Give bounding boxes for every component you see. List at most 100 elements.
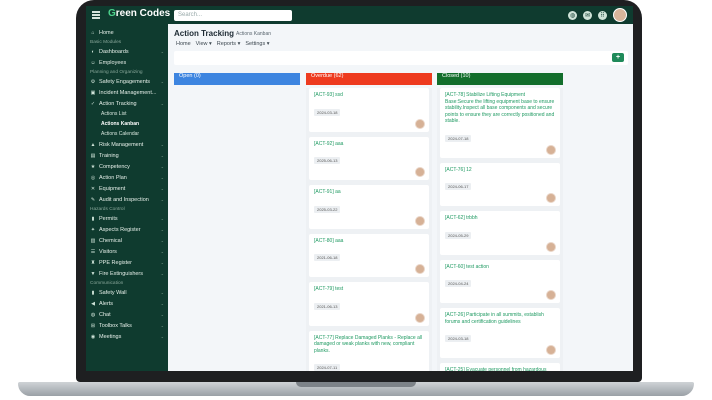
search-input[interactable]: Search... bbox=[174, 10, 292, 21]
action-card[interactable]: [ACT-93] ssd 2024-03-18 bbox=[309, 88, 429, 132]
chevron-down-icon: ⌄ bbox=[160, 260, 164, 265]
wall-icon: ▮ bbox=[91, 289, 95, 296]
sidebar-item[interactable]: ✕ Equipment ⌄ bbox=[86, 183, 168, 194]
add-action-button[interactable]: + bbox=[612, 53, 624, 62]
card-title[interactable]: [ACT-92] aaa bbox=[314, 141, 424, 148]
action-card[interactable]: [ACT-25] Evacuate personnel from hazardo… bbox=[440, 363, 560, 371]
action-card[interactable]: [ACT-26] Participate in all summits, est… bbox=[440, 308, 560, 358]
card-title[interactable]: [ACT-91] aa bbox=[314, 189, 424, 196]
sidebar-item-label: Toolbox Talks bbox=[99, 322, 132, 329]
sidebar-item[interactable]: ▤ Training ⌄ bbox=[86, 150, 168, 161]
sidebar-item[interactable]: ◐ Dashboards ⌄ bbox=[86, 46, 168, 57]
sidebar-subitem[interactable]: Actions Kanban bbox=[86, 119, 168, 129]
apps-grid-icon[interactable]: ⠿ bbox=[598, 10, 607, 20]
app-screen: Green Codes Search... ◍ ✉ ⠿ ⌂ Home Basic M… bbox=[86, 6, 633, 371]
sidebar-item[interactable]: ▮ Safety Wall ⌄ bbox=[86, 287, 168, 298]
sidebar-item[interactable]: ▼ Fire Extinguishers ⌄ bbox=[86, 268, 168, 279]
action-card[interactable]: [ACT-60] test action 2024-04-24 bbox=[440, 259, 560, 303]
card-date-badge: 2025-06-13 bbox=[314, 157, 341, 164]
sidebar-item[interactable]: ⚙ Safety Engagements ⌄ bbox=[86, 76, 168, 87]
card-title[interactable]: [ACT-60] test action bbox=[445, 264, 555, 271]
chevron-down-icon: ⌄ bbox=[160, 153, 164, 158]
column-header: Closed (10) bbox=[437, 73, 563, 85]
sidebar-item[interactable]: ▮ Permits ⌄ bbox=[86, 213, 168, 224]
card-title[interactable]: [ACT-77] Replace Damaged Planks - Replac… bbox=[314, 335, 424, 355]
action-card[interactable]: [ACT-62] trbbh 2024-05-29 bbox=[440, 211, 560, 255]
sidebar-item-label: Employees bbox=[99, 59, 127, 66]
action-card[interactable]: [ACT-91] aa 2025-03-22 bbox=[309, 185, 429, 229]
incident-icon: ▣ bbox=[90, 89, 96, 96]
card-date-badge: 2025-03-22 bbox=[314, 205, 341, 213]
sidebar-item[interactable]: ♜ PPE Register ⌄ bbox=[86, 257, 168, 268]
card-date-badge: 2021-06-18 bbox=[314, 254, 341, 261]
sidebar-item[interactable]: ☺ Employees bbox=[86, 57, 168, 68]
card-title[interactable]: [ACT-78] Stabilize Lifting Equipment Bas… bbox=[445, 92, 555, 125]
sidebar-item-label: Action Tracking bbox=[99, 100, 137, 107]
tools-icon: ✕ bbox=[90, 185, 96, 192]
sidebar-item[interactable]: ⊞ Toolbox Talks ⌄ bbox=[86, 320, 168, 331]
page-title: Action Tracking bbox=[174, 29, 235, 38]
card-date-badge: 2021-06-13 bbox=[314, 302, 341, 310]
card-title[interactable]: [ACT-79] test bbox=[314, 286, 424, 293]
menu-item[interactable]: Reports ▾ bbox=[217, 41, 241, 47]
action-card[interactable]: [ACT-79] test 2021-06-13 bbox=[309, 282, 429, 326]
sidebar-item-label: Risk Management bbox=[99, 141, 144, 148]
sidebar-item[interactable]: ★ Competency ⌄ bbox=[86, 161, 168, 172]
action-card[interactable]: [ACT-78] Stabilize Lifting Equipment Bas… bbox=[440, 88, 560, 158]
action-card[interactable]: [ACT-92] aaa 2025-06-13 bbox=[309, 136, 429, 180]
card-title[interactable]: [ACT-76] 12 bbox=[445, 167, 555, 174]
menu-item[interactable]: View ▾ bbox=[196, 41, 212, 47]
action-card[interactable]: [ACT-77] Replace Damaged Planks - Replac… bbox=[309, 330, 429, 371]
sidebar-item[interactable]: ◀ Alerts ⌄ bbox=[86, 298, 168, 309]
assignee-avatar bbox=[415, 215, 425, 226]
kanban-column: Overdue (62) [ACT-93] ssd 2024-03-18 [ACT-9… bbox=[306, 73, 432, 371]
card-title[interactable]: [ACT-80] aaa bbox=[314, 238, 424, 245]
card-title[interactable]: [ACT-25] Evacuate personnel from hazardo… bbox=[445, 367, 555, 371]
sidebar-item[interactable]: ◉ Meetings ⌄ bbox=[86, 331, 168, 342]
chevron-down-icon: ⌄ bbox=[160, 249, 164, 254]
sidebar-item[interactable]: ▣ Incident Management... bbox=[86, 87, 168, 98]
action-card[interactable]: [ACT-80] aaa 2021-06-18 bbox=[309, 233, 429, 277]
sidebar-item[interactable]: ▲ Risk Management ⌄ bbox=[86, 139, 168, 150]
sidebar-item[interactable]: ☰ Visitors ⌄ bbox=[86, 246, 168, 257]
menu-icon[interactable] bbox=[92, 11, 100, 19]
sidebar-subitem[interactable]: Actions List bbox=[86, 109, 168, 119]
chevron-down-icon: ⌄ bbox=[160, 301, 164, 306]
notification-icon[interactable]: ✉ bbox=[583, 10, 592, 20]
card-title[interactable]: [ACT-93] ssd bbox=[314, 92, 424, 99]
menu-item[interactable]: Home bbox=[176, 41, 191, 47]
card-title[interactable]: [ACT-26] Participate in all summits, est… bbox=[445, 312, 555, 325]
sidebar-item-label: Audit and Inspection bbox=[99, 196, 149, 203]
sidebar-item[interactable]: ◎ Action Plan ⌄ bbox=[86, 172, 168, 183]
sidebar-item[interactable]: ✎ Audit and Inspection ⌄ bbox=[86, 194, 168, 205]
action-card[interactable]: [ACT-76] 12 2024-06-17 bbox=[440, 162, 560, 206]
column-body: [ACT-78] Stabilize Lifting Equipment Bas… bbox=[437, 88, 563, 371]
chevron-down-icon: ⌄ bbox=[160, 271, 164, 276]
warning-icon: ▲ bbox=[90, 141, 96, 148]
check-icon: ✓ bbox=[90, 100, 96, 107]
assignee-avatar bbox=[546, 144, 556, 155]
chevron-down-icon: ⌄ bbox=[160, 323, 164, 328]
sidebar-item[interactable]: ◍ Chat ⌄ bbox=[86, 309, 168, 320]
fire-icon: ▼ bbox=[90, 270, 96, 277]
chevron-down-icon: ⌄ bbox=[160, 175, 164, 180]
chevron-down-icon: ⌄ bbox=[160, 238, 164, 243]
assignee-avatar bbox=[546, 193, 556, 203]
sidebar-item-label: Chat bbox=[99, 311, 111, 318]
main-content: Action Tracking Actions Kanban Home View … bbox=[172, 24, 633, 371]
user-avatar[interactable] bbox=[613, 8, 627, 22]
sidebar-section-label: Hazards Control bbox=[90, 206, 125, 212]
chevron-down-icon: ⌄ bbox=[160, 49, 164, 54]
chevron-down-icon: ⌄ bbox=[160, 227, 164, 232]
brand-logo[interactable]: Green Codes bbox=[108, 8, 170, 19]
card-title[interactable]: [ACT-62] trbbh bbox=[445, 215, 555, 222]
sidebar-item[interactable]: ✓ Action Tracking ⌄ bbox=[86, 98, 168, 109]
sidebar-subitem[interactable]: Actions Calendar bbox=[86, 129, 168, 139]
sidebar-item[interactable]: ✦ Aspects Register ⌄ bbox=[86, 224, 168, 235]
sidebar-item[interactable]: ▥ Chemical ⌄ bbox=[86, 235, 168, 246]
card-spacer bbox=[314, 263, 424, 273]
sidebar-item[interactable]: ⌂ Home bbox=[86, 27, 168, 38]
menu-item[interactable]: Settings ▾ bbox=[245, 41, 269, 47]
language-icon[interactable]: ◍ bbox=[568, 10, 577, 20]
home-icon: ⌂ bbox=[91, 29, 95, 36]
